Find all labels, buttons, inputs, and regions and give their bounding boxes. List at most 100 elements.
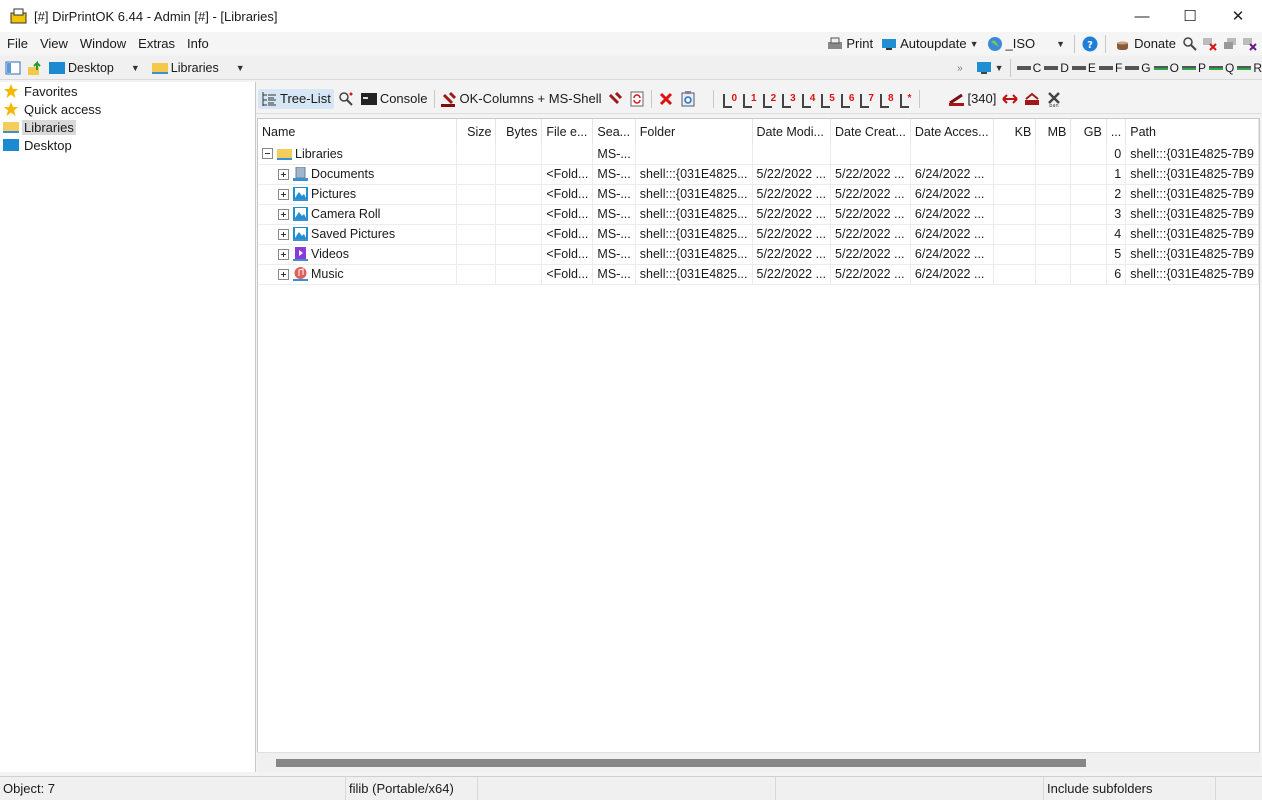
magnifier-icon[interactable] bbox=[1182, 36, 1198, 52]
expand-level-all-button[interactable]: * bbox=[899, 93, 911, 108]
col-header-file-ext[interactable]: File e... bbox=[541, 119, 594, 144]
tree-item-favorites[interactable]: Favorites bbox=[0, 82, 255, 100]
expand-level-8-button[interactable]: 8 bbox=[880, 93, 894, 108]
table-row[interactable]: Saved Pictures <Fold... MS-... shell:::{031… bbox=[258, 224, 1259, 245]
reset-columns-icon[interactable]: pan bbox=[1046, 91, 1062, 109]
console-button[interactable]: Console bbox=[358, 89, 431, 109]
table-row-root[interactable]: Libraries MS-... 0 shell:::{031E4825-7B9 bbox=[258, 144, 1259, 165]
expand-toggle[interactable] bbox=[278, 268, 289, 280]
chevron-down-icon[interactable]: ▼ bbox=[970, 39, 979, 49]
table-row[interactable]: Videos <Fold... MS-... shell:::{031E4825...… bbox=[258, 244, 1259, 265]
iso-button[interactable]: _ISO ▼ bbox=[985, 36, 1068, 52]
drive-c[interactable]: C bbox=[1016, 61, 1041, 75]
menu-extras[interactable]: Extras bbox=[131, 36, 180, 51]
donate-button[interactable]: Donate bbox=[1113, 36, 1178, 52]
resize-columns-icon[interactable] bbox=[1002, 91, 1019, 107]
expand-level-4-button[interactable]: 4 bbox=[802, 93, 815, 108]
tree-item-desktop[interactable]: Desktop bbox=[0, 136, 255, 154]
chevron-down-icon[interactable]: ▼ bbox=[1056, 39, 1065, 49]
col-header-gb[interactable]: GB bbox=[1070, 119, 1107, 144]
autoupdate-button[interactable]: Autoupdate ▼ bbox=[879, 36, 980, 52]
expand-level-5-button[interactable]: 5 bbox=[821, 93, 835, 108]
col-header-index[interactable]: ... bbox=[1106, 119, 1127, 144]
menu-window[interactable]: Window bbox=[73, 36, 131, 51]
expand-toggle[interactable] bbox=[278, 168, 289, 180]
computer-icon[interactable] bbox=[976, 60, 992, 76]
chevron-down-icon[interactable]: ▼ bbox=[131, 63, 140, 73]
scrollbar-thumb[interactable] bbox=[276, 759, 1086, 767]
expand-toggle[interactable] bbox=[278, 208, 289, 220]
item-count-button[interactable]: [340] bbox=[945, 89, 999, 109]
row-date-created: 5/22/2022 ... bbox=[830, 264, 911, 285]
col-header-folder[interactable]: Folder bbox=[635, 119, 753, 144]
print-button[interactable]: Print bbox=[825, 36, 875, 52]
hammer-settings-icon[interactable] bbox=[607, 91, 623, 107]
expand-level-7-button[interactable]: 7 bbox=[861, 93, 874, 108]
drive-r[interactable]: R bbox=[1237, 61, 1262, 75]
folder-dropdown[interactable]: Libraries ▼ bbox=[150, 60, 247, 76]
table-row[interactable]: Camera Roll <Fold... MS-... shell:::{031E48… bbox=[258, 204, 1259, 225]
col-header-name[interactable]: Name bbox=[258, 119, 458, 144]
toolbar-overflow[interactable]: » bbox=[957, 63, 963, 74]
title-bar: [#] DirPrintOK 6.44 - Admin [#] - [Libra… bbox=[0, 0, 1262, 32]
drive-f[interactable]: F bbox=[1098, 61, 1122, 75]
menu-view[interactable]: View bbox=[33, 36, 73, 51]
close-button[interactable]: ✕ bbox=[1214, 0, 1262, 32]
panel-toggle-icon[interactable] bbox=[5, 60, 21, 76]
expand-level-2-button[interactable]: 2 bbox=[763, 93, 776, 108]
separator bbox=[1074, 34, 1076, 53]
col-header-date-created[interactable]: Date Creat... bbox=[830, 119, 911, 144]
chevron-down-icon[interactable]: ▼ bbox=[236, 63, 245, 73]
table-row[interactable]: Documents <Fold... MS-... shell:::{031E4825… bbox=[258, 164, 1259, 185]
table-row[interactable]: Music <Fold... MS-... shell:::{031E4825... 5… bbox=[258, 264, 1259, 285]
drive-o[interactable]: O bbox=[1153, 61, 1179, 75]
close-windows-icon[interactable] bbox=[1202, 36, 1218, 52]
expand-toggle[interactable] bbox=[278, 188, 289, 200]
col-header-date-modified[interactable]: Date Modi... bbox=[752, 119, 832, 144]
pictures-icon bbox=[293, 226, 308, 241]
expand-level-0-button[interactable]: 0 bbox=[724, 93, 737, 108]
row-date-accessed: 6/24/2022 ... bbox=[910, 244, 994, 265]
desktop-icon bbox=[49, 60, 65, 76]
columns-toolbox-icon[interactable] bbox=[1024, 91, 1040, 107]
up-folder-icon[interactable] bbox=[27, 60, 43, 76]
tree-item-quick-access[interactable]: Quick access bbox=[0, 100, 255, 118]
expand-toggle[interactable] bbox=[278, 228, 289, 240]
drive-e[interactable]: E bbox=[1071, 61, 1096, 75]
tree-item-libraries[interactable]: Libraries bbox=[0, 118, 255, 136]
collapse-toggle[interactable] bbox=[262, 148, 273, 160]
chevron-down-icon[interactable]: ▼ bbox=[995, 63, 1004, 73]
drive-g[interactable]: G bbox=[1125, 61, 1151, 75]
expand-level-1-button[interactable]: 1 bbox=[743, 93, 757, 108]
col-header-search[interactable]: Sea... bbox=[592, 119, 636, 144]
menu-info[interactable]: Info bbox=[180, 36, 214, 51]
minimize-button[interactable]: — bbox=[1118, 0, 1166, 32]
table-row[interactable]: Pictures <Fold... MS-... shell:::{031E4825.… bbox=[258, 184, 1259, 205]
col-header-bytes[interactable]: Bytes bbox=[495, 119, 543, 144]
maximize-button[interactable]: ☐ bbox=[1166, 0, 1214, 32]
cascade-windows-icon[interactable] bbox=[1222, 36, 1238, 52]
col-header-path[interactable]: Path bbox=[1125, 119, 1259, 144]
drive-p[interactable]: P bbox=[1181, 61, 1206, 75]
expand-level-6-button[interactable]: 6 bbox=[841, 93, 854, 108]
col-header-date-accessed[interactable]: Date Acces... bbox=[910, 119, 994, 144]
col-header-size[interactable]: Size bbox=[456, 119, 497, 144]
close-all-icon[interactable] bbox=[1242, 36, 1258, 52]
refresh-icon[interactable] bbox=[629, 91, 645, 107]
horizontal-scrollbar[interactable] bbox=[257, 752, 1260, 772]
drive-q[interactable]: Q bbox=[1208, 61, 1234, 75]
expand-toggle[interactable] bbox=[278, 248, 289, 260]
tree-list-button[interactable]: Tree-List bbox=[258, 88, 334, 109]
row-date-modified: 5/22/2022 ... bbox=[752, 164, 832, 185]
menu-file[interactable]: File bbox=[0, 36, 33, 51]
drive-d[interactable]: D bbox=[1044, 61, 1069, 75]
delete-icon[interactable] bbox=[658, 91, 674, 107]
col-header-mb[interactable]: MB bbox=[1035, 119, 1072, 144]
ok-columns-button[interactable]: OK-Columns + MS-Shell bbox=[438, 89, 605, 109]
help-icon[interactable]: ? bbox=[1082, 36, 1098, 52]
location-dropdown[interactable]: Desktop ▼ bbox=[47, 60, 142, 76]
expand-level-3-button[interactable]: 3 bbox=[782, 93, 796, 108]
clipboard-icon[interactable] bbox=[680, 90, 696, 107]
col-header-kb[interactable]: KB bbox=[993, 119, 1037, 144]
search-settings-icon[interactable] bbox=[338, 91, 354, 107]
